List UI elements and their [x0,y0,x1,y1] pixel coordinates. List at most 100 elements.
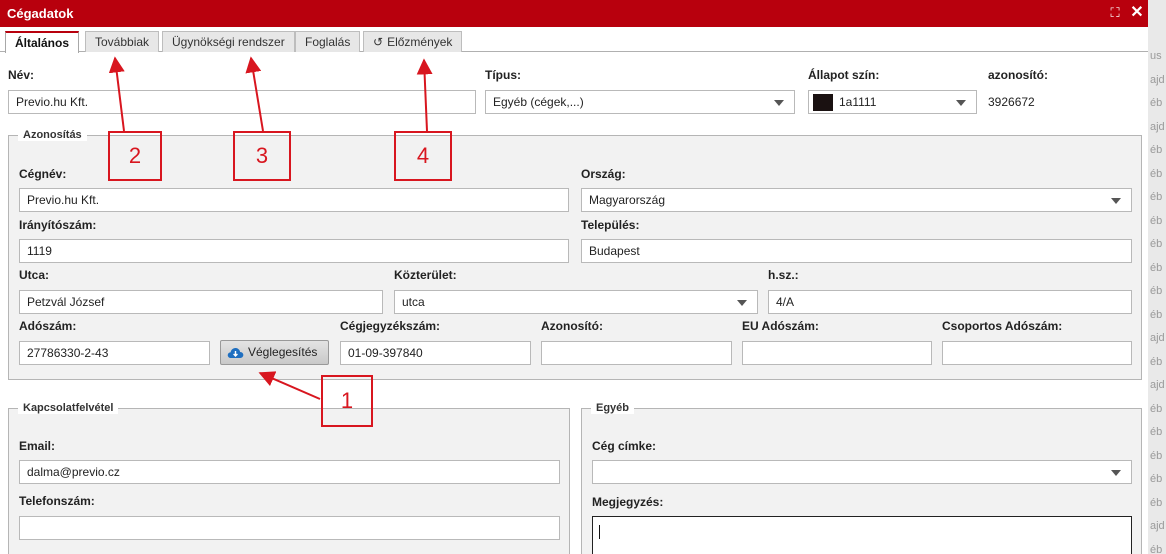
house-number-input[interactable] [768,290,1132,314]
finalize-button-label: Véglegesítés [248,345,318,359]
company-data-dialog: Cégadatok ⛶ ✕ Általános Továbbiak Ügynök… [0,0,1148,554]
note-label: Megjegyzés: [592,495,664,509]
chevron-down-icon [1111,198,1121,204]
history-icon: ↺ [373,35,384,49]
background-text-fragment: éb [1150,496,1163,509]
background-text-fragment: ajd [1150,520,1165,532]
background-text-fragment: éb [1150,238,1163,250]
country-label: Ország: [581,167,626,181]
tab-foglalas[interactable]: Foglalás [295,31,361,52]
company-tag-label: Cég címke: [592,439,657,453]
maximize-icon[interactable]: ⛶ [1106,4,1124,22]
annotation-box-1: 1 [321,375,373,427]
company-tag-select[interactable] [592,460,1132,484]
status-color-label: Állapot szín: [808,68,880,82]
tab-label: Előzmények [387,35,453,49]
other-legend: Egyéb [591,402,635,414]
country-select-value: Magyarország [589,193,666,207]
chevron-down-icon [737,300,747,306]
company-reg-input[interactable] [340,341,531,365]
public-space-label: Közterület: [394,268,457,282]
street-label: Utca: [19,268,50,282]
city-label: Település: [581,218,640,232]
background-text-fragment: éb [1150,214,1163,227]
identification-legend: Azonosítás [18,129,87,141]
background-window-strip: us ajd éb ajd éb éb éb éb éb éb éb éb ajd éb ajd éb éb éb… [1148,0,1166,554]
email-label: Email: [19,439,56,453]
background-text-fragment: éb [1150,426,1163,438]
title-bar: Cégadatok ⛶ ✕ [0,0,1148,27]
tax-number-input[interactable] [19,341,210,365]
group-tax-label: Csoportos Adószám: [942,319,1063,333]
group-tax-input[interactable] [942,341,1132,365]
background-text-fragment: ajd [1150,73,1165,86]
tab-ugynoksegi-rendszer[interactable]: Ügynökségi rendszer [162,31,295,52]
email-input[interactable] [19,460,560,484]
annotation-box-3: 3 [233,131,291,181]
background-text-fragment: éb [1150,144,1163,156]
annotation-box-2: 2 [108,131,162,181]
type-select-value: Egyéb (cégek,...) [493,95,584,109]
tax-number-label: Adószám: [19,319,77,333]
tab-bar: Általános Továbbiak Ügynökségi rendszer … [0,27,1148,53]
name-input[interactable] [8,90,476,114]
chevron-down-icon [774,100,784,106]
background-text-fragment: éb [1150,543,1163,554]
street-input[interactable] [19,290,383,314]
background-text-fragment: ajd [1150,120,1165,133]
tab-altalanos[interactable]: Általános [5,31,80,53]
text-cursor [599,525,600,539]
background-text-fragment: éb [1150,449,1163,462]
background-text-fragment: éb [1150,402,1163,415]
close-icon[interactable]: ✕ [1128,4,1146,22]
company-name-input[interactable] [19,188,569,212]
tab-label: Foglalás [305,35,351,49]
id-value: 3926672 [988,95,1035,109]
identifier-input[interactable] [541,341,732,365]
annotation-box-4: 4 [394,131,452,181]
dialog-title: Cégadatok [7,6,74,21]
phone-input[interactable] [19,516,560,540]
chevron-down-icon [1111,470,1121,476]
zip-label: Irányítószám: [19,218,97,232]
status-color-value: 1a1111 [839,95,877,109]
background-text-fragment: ajd [1150,332,1165,344]
identifier-label: Azonosító: [541,319,603,333]
background-text-fragment: éb [1150,285,1163,297]
note-textarea[interactable] [592,516,1132,554]
color-swatch [813,94,833,112]
status-color-select[interactable]: 1a1111 [808,90,977,114]
background-text-fragment: éb [1150,355,1163,368]
company-reg-label: Cégjegyzékszám: [340,319,441,333]
background-text-fragment: éb [1150,191,1163,203]
public-space-select-value: utca [402,295,425,309]
background-text-fragment: us [1150,50,1162,62]
chevron-down-icon [956,100,966,106]
background-text-fragment: éb [1150,167,1163,180]
id-label: azonosító: [988,68,1048,82]
background-text-fragment: éb [1150,308,1163,321]
public-space-select[interactable]: utca [394,290,758,314]
background-text-fragment: ajd [1150,379,1165,391]
tab-label: Általános [15,36,70,50]
background-text-fragment: éb [1150,473,1163,485]
contact-legend: Kapcsolatfelvétel [18,402,119,414]
house-number-label: h.sz.: [768,268,799,282]
finalize-button[interactable]: Véglegesítés [220,340,329,365]
eu-tax-label: EU Adószám: [742,319,819,333]
country-select[interactable]: Magyarország [581,188,1132,212]
eu-tax-input[interactable] [742,341,932,365]
tab-tovabbiak[interactable]: Továbbiak [85,31,160,52]
tab-elozmenyek[interactable]: ↺ Előzmények [363,31,463,52]
tab-label: Továbbiak [95,35,150,49]
phone-label: Telefonszám: [19,494,95,508]
background-text-fragment: éb [1150,261,1163,274]
name-label: Név: [8,68,35,82]
zip-input[interactable] [19,239,569,263]
type-label: Típus: [485,68,521,82]
tab-label: Ügynökségi rendszer [172,35,285,49]
city-input[interactable] [581,239,1132,263]
type-select[interactable]: Egyéb (cégek,...) [485,90,795,114]
company-name-label: Cégnév: [19,167,67,181]
background-text-fragment: éb [1150,97,1163,109]
